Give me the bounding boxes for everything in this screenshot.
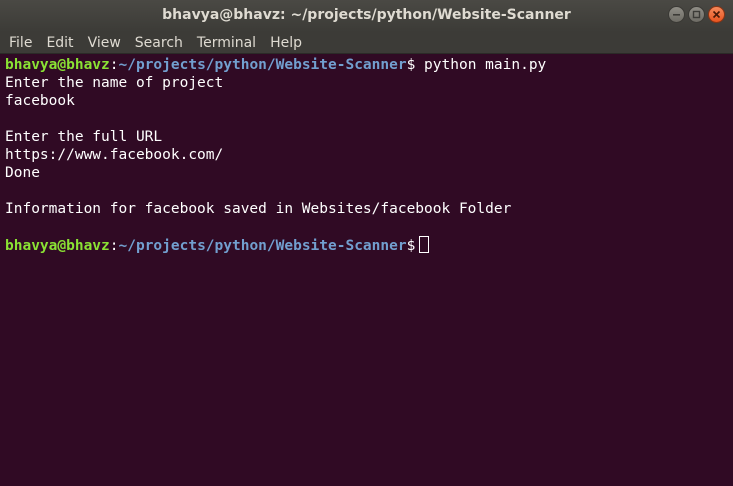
window-controls	[668, 6, 725, 24]
maximize-button[interactable]	[688, 6, 705, 23]
prompt-line: bhavya@bhavz:~/projects/python/Website-S…	[5, 56, 728, 74]
prompt-symbol: $	[406, 238, 416, 254]
menu-bar: File Edit View Search Terminal Help	[0, 32, 733, 54]
menu-view[interactable]: View	[81, 32, 128, 54]
prompt-path: ~/projects/python/Website-Scanner	[118, 57, 407, 73]
output-line: Information for facebook saved in Websit…	[5, 201, 512, 217]
title-bar[interactable]: bhavya@bhavz: ~/projects/python/Website-…	[0, 0, 733, 32]
output-line: Enter the full URL	[5, 129, 163, 145]
terminal-output-area[interactable]: bhavya@bhavz:~/projects/python/Website-S…	[0, 55, 733, 486]
minimize-icon	[673, 14, 680, 16]
output-line: facebook	[5, 93, 75, 109]
prompt-colon: :	[109, 57, 119, 73]
maximize-icon	[692, 10, 701, 19]
output-line: Enter the name of project	[5, 75, 224, 91]
menu-edit[interactable]: Edit	[39, 32, 80, 54]
prompt-colon: :	[109, 238, 119, 254]
prompt-user-host: bhavya@bhavz	[5, 57, 110, 73]
command-text: python main.py	[415, 57, 547, 73]
prompt-path: ~/projects/python/Website-Scanner	[118, 238, 407, 254]
window-title: bhavya@bhavz: ~/projects/python/Website-…	[162, 7, 571, 23]
close-button[interactable]	[708, 6, 725, 23]
prompt-user-host: bhavya@bhavz	[5, 238, 110, 254]
current-prompt-line: bhavya@bhavz:~/projects/python/Website-S…	[5, 236, 728, 254]
menu-terminal[interactable]: Terminal	[190, 32, 263, 54]
text-cursor[interactable]	[419, 236, 430, 253]
menu-file[interactable]: File	[2, 32, 39, 54]
close-icon	[712, 10, 721, 19]
menu-search[interactable]: Search	[128, 32, 190, 54]
output-line: https://www.facebook.com/	[5, 147, 224, 163]
menu-help[interactable]: Help	[263, 32, 309, 54]
minimize-button[interactable]	[668, 6, 685, 23]
output-line: Done	[5, 165, 40, 181]
terminal-window: bhavya@bhavz: ~/projects/python/Website-…	[0, 0, 733, 486]
